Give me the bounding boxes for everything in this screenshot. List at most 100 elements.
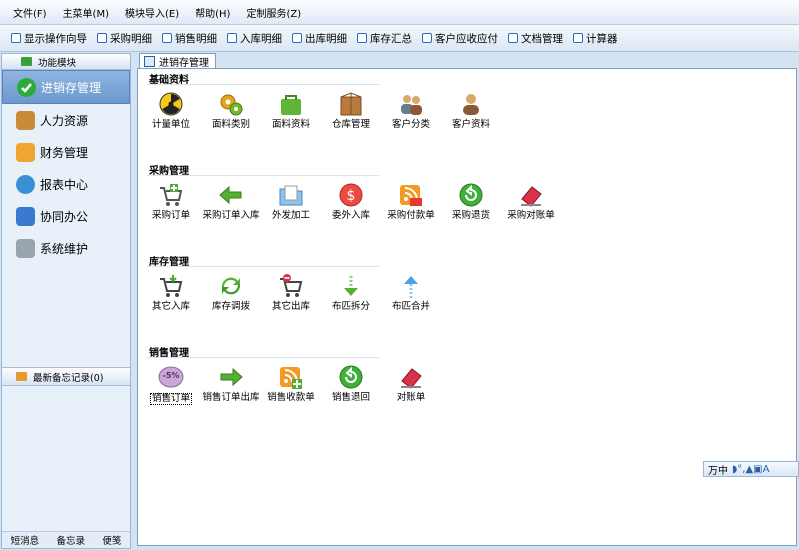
module-button[interactable]: 客户资料 — [441, 92, 501, 130]
bottom-tab[interactable]: 备忘录 — [56, 533, 85, 547]
menu-item[interactable]: 主菜单(M) — [55, 5, 117, 20]
module-button[interactable]: 面料类别 — [201, 92, 261, 130]
checkbox-icon — [97, 33, 107, 43]
toolbar-button[interactable]: 文档管理 — [508, 31, 563, 46]
module-button-label: 对账单 — [396, 392, 426, 403]
module-button-label: 销售退回 — [331, 392, 370, 403]
return-icon — [338, 365, 364, 389]
toolbar-button-label: 文档管理 — [521, 32, 563, 45]
module-button[interactable]: 采购对账单 — [501, 183, 561, 221]
module-button[interactable]: 销售订单出库 — [201, 365, 261, 403]
module-button[interactable]: 面料资料 — [261, 92, 321, 130]
module-button-label: 面料类别 — [211, 119, 250, 130]
sidebar-item-label: 系统维护 — [40, 241, 89, 256]
ime-toolbar[interactable]: 万中 ◗°,▲▣A — [703, 461, 799, 477]
section-divider — [147, 266, 379, 267]
discount-icon: -5% — [158, 365, 184, 389]
module-button-label: 客户分类 — [391, 119, 430, 130]
ime-label: 万中 — [708, 465, 728, 477]
module-button-label: 采购对账单 — [507, 210, 555, 221]
sidebar-item-label: 进销存管理 — [41, 80, 102, 95]
section-divider — [147, 357, 379, 358]
users-icon — [398, 92, 424, 116]
module-button[interactable]: 采购订单入库 — [201, 183, 261, 221]
memo-header[interactable]: 最新备忘记录(0) — [2, 367, 130, 386]
module-button[interactable]: 仓库管理 — [321, 92, 381, 130]
function-modules-title: 功能模块 — [38, 57, 77, 69]
module-button[interactable]: 计量单位 — [141, 92, 201, 130]
module-button-label: 其它入库 — [151, 301, 190, 312]
sidebar-item[interactable]: 系统维护 — [2, 232, 130, 264]
cart-add-icon — [158, 183, 184, 207]
toolbar-button-label: 客户应收应付 — [435, 32, 498, 45]
menu-bar: 文件(F) 主菜单(M) 模块导入(E) 帮助(H) 定制服务(Z) — [0, 0, 799, 25]
checkbox-icon — [357, 33, 367, 43]
shopping-bag-icon — [278, 92, 304, 116]
check-circle-icon — [17, 77, 36, 97]
module-button[interactable]: 布匹拆分 — [321, 274, 381, 312]
cart-icon — [158, 274, 184, 298]
module-button-label: 布匹合并 — [391, 301, 430, 312]
section-divider — [147, 84, 379, 85]
sidebar-item-label: 协同办公 — [40, 209, 89, 224]
module-button-label: 采购退货 — [451, 210, 490, 221]
menu-item[interactable]: 帮助(H) — [187, 5, 238, 20]
eraser-icon — [398, 365, 424, 389]
arrow-right-icon — [218, 365, 244, 389]
toolbar-button-label: 入库明细 — [240, 32, 282, 45]
sidebar-item[interactable]: 财务管理 — [2, 136, 130, 168]
module-button[interactable]: 采购退货 — [441, 183, 501, 221]
module-button-label: 销售订单 — [149, 393, 192, 405]
module-button-label: 外发加工 — [271, 210, 310, 221]
toolbar-button[interactable]: 库存汇总 — [357, 31, 412, 46]
sidebar-item[interactable]: 进销存管理 — [2, 70, 130, 104]
module-button-label: 采购订单入库 — [202, 210, 260, 221]
sidebar-item[interactable]: 协同办公 — [2, 200, 130, 232]
module-button[interactable]: 客户分类 — [381, 92, 441, 130]
split-arrow-icon — [338, 274, 364, 298]
module-button[interactable]: $ 委外入库 — [321, 183, 381, 221]
checkbox-icon — [292, 33, 302, 43]
menu-item[interactable]: 文件(F) — [5, 5, 55, 20]
module-button[interactable]: -5% 销售订单 — [141, 365, 201, 405]
module-button-label: 计量单位 — [151, 119, 190, 130]
tab-strip: 进销存管理 — [136, 53, 798, 69]
rss-add-icon — [278, 365, 304, 389]
module-button-label: 其它出库 — [271, 301, 310, 312]
module-button[interactable]: 采购订单 — [141, 183, 201, 221]
checkbox-icon — [227, 33, 237, 43]
tab-label: 进销存管理 — [159, 57, 209, 69]
toolbar-button[interactable]: 入库明细 — [227, 31, 282, 46]
toolbar-button[interactable]: 出库明细 — [292, 31, 347, 46]
eraser-icon — [518, 183, 544, 207]
tab-inventory-management[interactable]: 进销存管理 — [139, 53, 216, 69]
sidebar-item[interactable]: 人力资源 — [2, 104, 130, 136]
menu-item[interactable]: 定制服务(Z) — [238, 5, 309, 20]
sidebar-item-label: 报表中心 — [40, 177, 89, 192]
checkbox-icon — [422, 33, 432, 43]
module-button[interactable]: 销售收款单 — [261, 365, 321, 403]
module-button[interactable]: 布匹合并 — [381, 274, 441, 312]
dollar-circle-icon: $ — [338, 183, 364, 207]
module-button[interactable]: 采购付款单 — [381, 183, 441, 221]
toolbar-button[interactable]: 销售明细 — [162, 31, 217, 46]
bottom-tab[interactable]: 短消息 — [11, 533, 40, 547]
module-button[interactable]: 其它入库 — [141, 274, 201, 312]
toolbar-button[interactable]: 计算器 — [573, 31, 618, 46]
bottom-tab[interactable]: 便笺 — [102, 533, 121, 547]
refresh-icon — [16, 174, 35, 194]
module-button[interactable]: 销售退回 — [321, 365, 381, 403]
box-icon — [338, 92, 364, 116]
module-button[interactable]: 对账单 — [381, 365, 441, 403]
toolbar-button-label: 采购明细 — [110, 32, 152, 45]
sidebar-item[interactable]: 报表中心 — [2, 168, 130, 200]
toolbar-button[interactable]: 显示操作向导 — [11, 31, 87, 46]
svg-text:$: $ — [347, 188, 356, 204]
module-button[interactable]: 外发加工 — [261, 183, 321, 221]
toolbar-button[interactable]: 采购明细 — [97, 31, 152, 46]
module-button[interactable]: 其它出库 — [261, 274, 321, 312]
user-icon — [458, 92, 484, 116]
menu-item[interactable]: 模块导入(E) — [117, 5, 187, 20]
toolbar-button[interactable]: 客户应收应付 — [422, 31, 498, 46]
module-button[interactable]: 库存调拨 — [201, 274, 261, 312]
